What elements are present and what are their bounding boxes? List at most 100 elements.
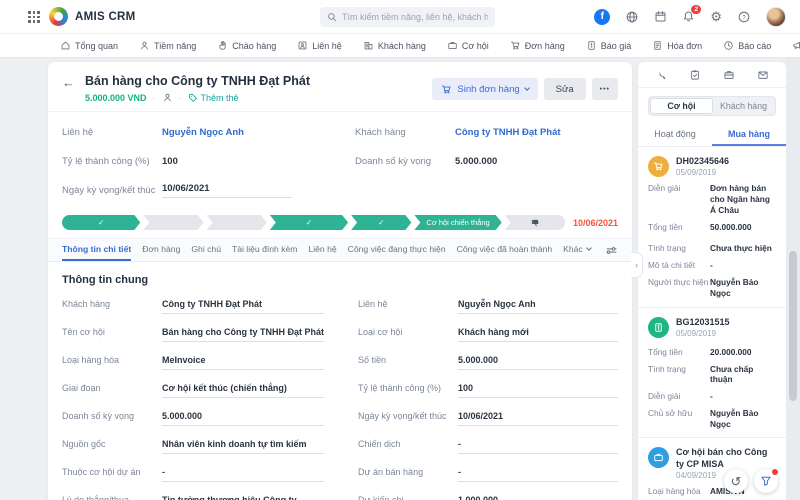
search-icon (327, 12, 337, 22)
quote-date: 05/09/2019 (676, 328, 717, 338)
help-icon[interactable]: ? (737, 10, 751, 24)
filter-button[interactable] (754, 469, 778, 493)
stage-pipeline: ✓ ✓ ✓ Cơ hội chiến thắng 10/06/2021 (48, 207, 632, 234)
field-label: Liên hệ (62, 127, 94, 138)
section-title: Thông tin chung (62, 274, 149, 286)
nav-item-tong-quan[interactable]: Tổng quan (60, 40, 118, 51)
funnel-icon (761, 476, 771, 486)
nav-item-khach-hang[interactable]: Khách hàng (363, 40, 426, 51)
tab-cong-viec-dang[interactable]: Công việc đang thực hiện (348, 239, 446, 261)
nav-item-bao-gia[interactable]: Báo giá (586, 40, 631, 51)
tab-khac[interactable]: Khác (563, 239, 592, 261)
quote-id[interactable]: BG12031515 (676, 317, 730, 328)
opportunity-card-title[interactable]: Cơ hội bán cho Công ty CP MISA (676, 447, 776, 470)
notifications-bell-icon[interactable]: 2 (682, 5, 702, 23)
app-name: AMIS CRM (75, 10, 136, 23)
chevron-down-icon (585, 245, 592, 251)
settings-gear-icon[interactable]: ⚙ (710, 9, 722, 24)
tab-tai-lieu[interactable]: Tài liệu đính kèm (232, 239, 297, 261)
tab-mua-hang[interactable]: Mua hàng (712, 124, 786, 146)
owner-person-icon[interactable] (162, 92, 173, 103)
date-field[interactable]: 10/06/2021 (162, 183, 292, 198)
stage-segment-lost[interactable] (504, 215, 565, 230)
add-tag-button[interactable]: Thêm thẻ (188, 93, 239, 103)
tab-settings-sliders-icon[interactable] (605, 244, 618, 257)
field-label: Tỷ lệ thành công (%) (62, 156, 150, 167)
input-ngay-ky-vong[interactable]: 10/06/2021 (458, 407, 618, 426)
mail-icon[interactable] (757, 69, 769, 81)
tab-thong-tin-chi-tiet[interactable]: Thông tin chi tiết (62, 239, 132, 261)
nav-item-hoa-don[interactable]: Hóa đơn (652, 40, 702, 51)
global-search[interactable] (320, 7, 495, 27)
panel-collapse-handle[interactable]: › (631, 252, 643, 278)
stage-segment[interactable] (207, 215, 267, 230)
nav-item-chao-hang[interactable]: Chào hàng (217, 40, 276, 51)
history-button[interactable]: ↺ (724, 469, 748, 493)
sidebar-tabs: Hoạt động Mua hàng (638, 124, 786, 147)
chevron-down-icon (523, 85, 530, 91)
more-actions-button[interactable]: ••• (591, 78, 618, 100)
tab-don-hang[interactable]: Đơn hàng (142, 239, 180, 261)
input-du-an-ban-hang[interactable]: - (458, 463, 618, 482)
related-toggle: Cơ hội Khách hàng (648, 96, 776, 116)
input-du-kien-chi[interactable]: 1.000.000 (458, 491, 618, 500)
field-value: 100 (162, 156, 178, 167)
task-clipboard-icon[interactable] (689, 69, 701, 81)
amis-logo (49, 7, 68, 26)
quote-doc-icon (648, 316, 669, 338)
stage-segment-won[interactable]: Cơ hội chiến thắng (414, 215, 501, 230)
stage-segment[interactable] (143, 215, 203, 230)
phone-icon[interactable] (655, 69, 667, 81)
nav-item-bao-cao[interactable]: Báo cáo (723, 40, 771, 51)
facebook-icon[interactable]: f (594, 8, 611, 25)
general-info-form: Khách hàng Công ty TNHH Đạt Phát Liên hệ N… (48, 290, 632, 500)
input-giai-doan[interactable]: Cơ hội kết thúc (chiến thắng) (162, 379, 324, 398)
input-so-tien[interactable]: 5.000.000 (458, 351, 618, 370)
tab-lien-he[interactable]: Liên hệ (308, 239, 336, 261)
back-arrow-icon[interactable]: ← (62, 75, 75, 90)
related-card-quote: BG12031515 05/09/2019 Tổng tiền 20.000.000… (638, 308, 786, 439)
svg-text:?: ? (742, 14, 746, 21)
field-label: Doanh số kỳ vọng (355, 156, 432, 167)
edit-button[interactable]: Sửa (543, 78, 586, 100)
calendar-icon[interactable] (654, 10, 667, 23)
opportunity-bag-icon (648, 447, 669, 469)
field-label: Khách hàng (355, 127, 406, 138)
tab-cong-viec-hoan-thanh[interactable]: Công việc đã hoàn thành (457, 239, 553, 261)
nav-item-co-hoi[interactable]: Cơ hội (447, 40, 489, 51)
toggle-khach-hang[interactable]: Khách hàng (713, 98, 774, 114)
generate-order-button[interactable]: Sinh đơn hàng (432, 78, 538, 100)
order-id[interactable]: DH02345646 (676, 156, 729, 167)
input-ly-do-thang-thua[interactable]: Tin tưởng thương hiệu Công ty (162, 491, 324, 500)
stage-segment-done[interactable]: ✓ (270, 215, 348, 230)
input-loai-hang-hoa[interactable]: MeInvoice (162, 351, 324, 370)
input-ty-le[interactable]: 100 (458, 379, 618, 398)
nav-item-chien-dich[interactable]: Chiến dịch (792, 40, 800, 51)
input-chien-dich[interactable]: - (458, 435, 618, 454)
stage-segment-done[interactable]: ✓ (62, 215, 140, 230)
input-doanh-so[interactable]: 5.000.000 (162, 407, 324, 426)
nav-item-lien-he[interactable]: Liên hệ (297, 40, 342, 51)
app-launcher-icon[interactable] (28, 11, 40, 23)
globe-icon[interactable] (625, 10, 639, 24)
stage-segment-done[interactable]: ✓ (351, 215, 411, 230)
input-loai-co-hoi[interactable]: Khách hàng mới (458, 323, 618, 342)
toggle-co-hoi[interactable]: Cơ hội (650, 98, 713, 114)
page-scrollbar-thumb[interactable] (789, 251, 797, 401)
nav-item-tiem-nang[interactable]: Tiềm năng (139, 40, 196, 51)
opportunity-detail-panel: ← Bán hàng cho Công ty TNHH Đạt Phát 5.0… (48, 62, 632, 500)
nav-item-don-hang[interactable]: Đơn hàng (510, 40, 565, 51)
order-cart-icon (648, 156, 669, 177)
tab-hoat-dong[interactable]: Hoạt động (638, 124, 712, 146)
user-avatar[interactable] (766, 6, 786, 27)
account-link[interactable]: Công ty TNHH Đạt Phát (162, 295, 324, 314)
input-thuoc-co-hoi-du-an[interactable]: - (162, 463, 324, 482)
account-link[interactable]: Công ty TNHH Đạt Phát (455, 127, 561, 138)
input-nguon-goc[interactable]: Nhân viên kinh doanh tự tìm kiếm (162, 435, 324, 454)
tab-ghi-chu[interactable]: Ghi chú (191, 239, 221, 261)
contact-link[interactable]: Nguyễn Ngọc Anh (162, 127, 244, 138)
meeting-briefcase-icon[interactable] (723, 69, 735, 81)
search-input[interactable] (342, 12, 488, 22)
input-ten-co-hoi[interactable]: Bán hàng cho Công ty TNHH Đạt Phát (162, 323, 324, 342)
contact-link[interactable]: Nguyễn Ngọc Anh (458, 295, 618, 314)
